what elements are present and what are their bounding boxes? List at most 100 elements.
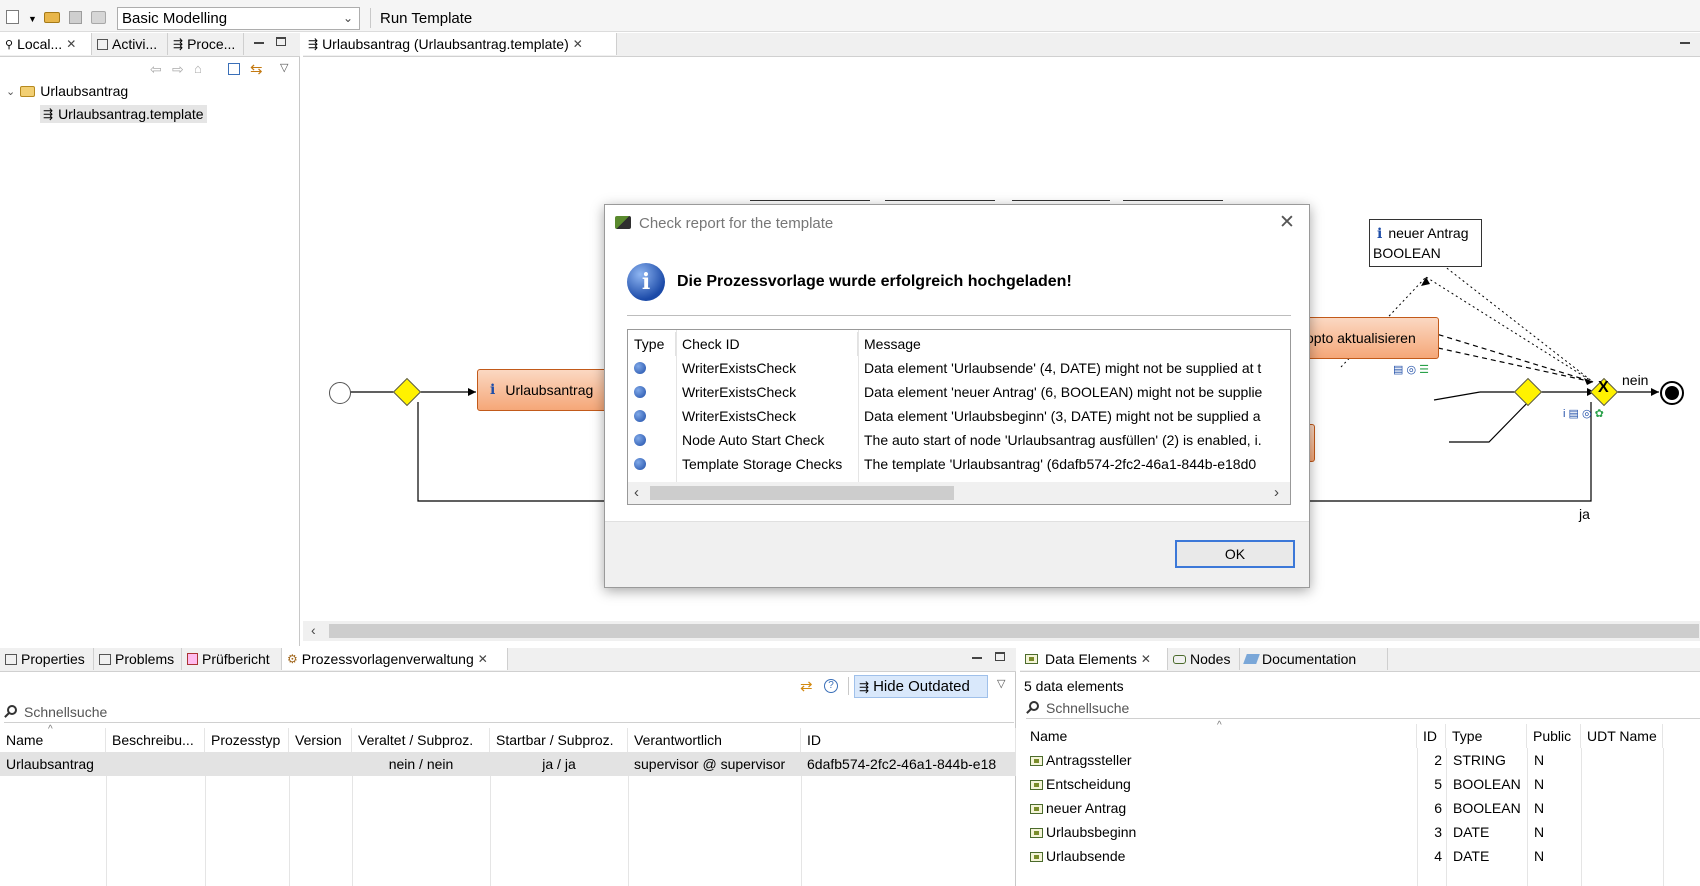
activity-urlaubsantrag[interactable]: i Urlaubsantrag bbox=[477, 369, 607, 411]
tab-prozessvorlagenverwaltung[interactable]: ⚙ Prozessvorlagenverwaltung ✕ bbox=[282, 648, 508, 670]
message-cell: Data element 'neuer Antrag' (6, BOOLEAN)… bbox=[864, 384, 1263, 400]
minimize-icon[interactable] bbox=[254, 42, 264, 44]
scroll-left-icon[interactable]: ‹ bbox=[311, 622, 316, 638]
info-icon bbox=[634, 410, 646, 422]
close-icon[interactable]: ✕ bbox=[1141, 652, 1151, 666]
col-header-verantwortlich[interactable]: Verantwortlich bbox=[628, 728, 801, 752]
home-icon[interactable]: ⌂ bbox=[194, 61, 202, 76]
close-icon[interactable]: ✕ bbox=[573, 37, 583, 51]
col-header-id[interactable]: ID bbox=[801, 728, 1016, 752]
collapse-all-icon[interactable] bbox=[228, 63, 240, 75]
table-row[interactable]: Node Auto Start Check The auto start of … bbox=[628, 428, 1290, 452]
tab-local[interactable]: ⚲ Local... ✕ bbox=[0, 33, 92, 55]
tab-nodes-label: Nodes bbox=[1190, 651, 1231, 667]
data-element-icon bbox=[1030, 852, 1043, 863]
col-header-version[interactable]: Version bbox=[289, 728, 352, 752]
search-input[interactable]: Schnellsuche bbox=[1046, 700, 1129, 716]
table-row[interactable]: Antragssteller 2 STRING N bbox=[1024, 748, 1700, 772]
de-name-text: Entscheidung bbox=[1046, 776, 1131, 792]
activity-aktualisieren[interactable]: opto aktualisieren bbox=[1303, 317, 1439, 359]
tree-file-template[interactable]: ⇶ Urlaubsantrag.template bbox=[40, 105, 207, 123]
col-header-prozesstyp[interactable]: Prozesstyp bbox=[205, 728, 289, 752]
view-menu-icon[interactable]: ▽ bbox=[997, 677, 1005, 690]
table-row[interactable]: WriterExistsCheck Data element 'Urlaubse… bbox=[628, 356, 1290, 380]
col-header-name[interactable]: Name bbox=[0, 728, 106, 752]
tab-properties[interactable]: Properties bbox=[0, 648, 94, 670]
save-icon[interactable] bbox=[69, 11, 82, 24]
scroll-right-icon[interactable]: › bbox=[1274, 484, 1279, 501]
table-horizontal-scrollbar[interactable]: ‹ › bbox=[628, 482, 1290, 504]
close-icon[interactable]: ✕ bbox=[478, 652, 488, 666]
tree-folder-urlaubsantrag[interactable]: ⌄ Urlaubsantrag bbox=[6, 83, 128, 99]
tab-processes[interactable]: ⇶ Proce... bbox=[168, 33, 244, 55]
editor-horizontal-scrollbar[interactable]: ‹ bbox=[303, 621, 1700, 641]
col-header-startbar[interactable]: Startbar / Subproz. bbox=[490, 728, 628, 752]
node-top-edge bbox=[885, 200, 995, 203]
data-note-neuer-antrag[interactable]: i neuer Antrag BOOLEAN bbox=[1369, 219, 1482, 267]
col-header-de-type[interactable]: Type bbox=[1446, 724, 1527, 748]
tab-activities-label: Activi... bbox=[112, 36, 158, 52]
scroll-left-icon[interactable]: ‹ bbox=[634, 484, 639, 501]
help-icon[interactable]: ? bbox=[824, 679, 838, 693]
table-row[interactable]: neuer Antrag 6 BOOLEAN N bbox=[1024, 796, 1700, 820]
tab-data-elements[interactable]: Data Elements ✕ bbox=[1020, 648, 1168, 670]
tab-editor-label: Urlaubsantrag (Urlaubsantrag.template) bbox=[322, 36, 569, 52]
template-name-cell: Urlaubsantrag bbox=[6, 756, 94, 772]
run-template-button[interactable]: Run Template bbox=[380, 10, 472, 27]
table-row[interactable]: Urlaubsende 4 DATE N bbox=[1024, 844, 1700, 868]
hide-outdated-toggle[interactable]: ⇶ Hide Outdated bbox=[854, 675, 988, 698]
tab-editor-template[interactable]: ⇶ Urlaubsantrag (Urlaubsantrag.template)… bbox=[303, 33, 617, 55]
table-row[interactable]: Urlaubsantrag nein / nein ja / ja superv… bbox=[0, 752, 1016, 776]
col-header-veraltet[interactable]: Veraltet / Subproz. bbox=[352, 728, 490, 752]
forward-icon[interactable]: ⇨ bbox=[172, 61, 184, 78]
tab-problems[interactable]: Problems bbox=[94, 648, 182, 670]
template-id-cell: 6dafb574-2fc2-46a1-844b-e18 bbox=[807, 756, 997, 772]
expand-chevron-icon[interactable]: ⌄ bbox=[6, 85, 15, 98]
check-id-cell: WriterExistsCheck bbox=[682, 408, 797, 424]
table-row[interactable]: Urlaubsbeginn 3 DATE N bbox=[1024, 820, 1700, 844]
col-header-de-name[interactable]: Name bbox=[1024, 724, 1417, 748]
ok-button[interactable]: OK bbox=[1175, 540, 1295, 568]
perspective-select[interactable]: Basic Modelling ⌄ bbox=[117, 7, 360, 30]
tab-activities[interactable]: Activi... bbox=[92, 33, 168, 55]
back-icon[interactable]: ⇦ bbox=[150, 61, 162, 78]
node-icon bbox=[1173, 654, 1186, 664]
gateway-badges: i ▤ ◎ ✿ bbox=[1563, 408, 1604, 420]
scrollbar-thumb[interactable] bbox=[329, 624, 1699, 638]
tab-pruefbericht[interactable]: Prüfbericht bbox=[182, 648, 282, 670]
close-icon[interactable]: ✕ bbox=[66, 37, 76, 51]
link-editor-icon[interactable]: ⇆ bbox=[250, 60, 263, 78]
new-file-icon[interactable] bbox=[6, 10, 19, 24]
maximize-icon[interactable] bbox=[276, 37, 286, 46]
tab-nodes[interactable]: Nodes bbox=[1168, 648, 1240, 670]
col-header-message[interactable]: Message bbox=[858, 332, 1290, 356]
minimize-icon[interactable] bbox=[972, 657, 982, 659]
message-cell: The auto start of node 'Urlaubsantrag au… bbox=[864, 432, 1262, 448]
table-row[interactable]: Entscheidung 5 BOOLEAN N bbox=[1024, 772, 1700, 796]
table-row[interactable]: WriterExistsCheck Data element 'neuer An… bbox=[628, 380, 1290, 404]
close-icon[interactable]: ✕ bbox=[1279, 211, 1295, 234]
print-icon[interactable] bbox=[91, 11, 106, 24]
maximize-icon[interactable] bbox=[995, 652, 1005, 661]
bottom-right-panel: Data Elements ✕ Nodes Documentation 5 da… bbox=[1020, 648, 1700, 886]
col-header-type[interactable]: Type bbox=[628, 332, 676, 356]
sync-icon[interactable]: ⇄ bbox=[800, 677, 813, 695]
bottom-left-search[interactable]: Schnellsuche bbox=[4, 701, 1014, 723]
data-element-icon bbox=[1030, 804, 1043, 815]
tab-documentation[interactable]: Documentation bbox=[1240, 648, 1388, 670]
col-header-de-udt-name[interactable]: UDT Name bbox=[1581, 724, 1663, 748]
search-input[interactable]: Schnellsuche bbox=[24, 704, 107, 720]
new-dropdown-icon[interactable]: ▼ bbox=[28, 14, 37, 24]
table-row[interactable]: Template Storage Checks The template 'Ur… bbox=[628, 452, 1290, 476]
view-menu-icon[interactable]: ▽ bbox=[280, 61, 288, 74]
col-header-beschreibung[interactable]: Beschreibu... bbox=[106, 728, 205, 752]
table-row[interactable]: WriterExistsCheck Data element 'Urlaubsb… bbox=[628, 404, 1290, 428]
bottom-right-search[interactable]: Schnellsuche bbox=[1026, 697, 1700, 719]
minimize-icon[interactable] bbox=[1680, 42, 1690, 44]
col-header-de-id[interactable]: ID bbox=[1417, 724, 1446, 748]
col-header-de-public[interactable]: Public bbox=[1527, 724, 1581, 748]
open-folder-icon[interactable] bbox=[44, 12, 60, 23]
scrollbar-thumb[interactable] bbox=[650, 486, 954, 500]
start-event[interactable] bbox=[329, 382, 351, 404]
col-header-check-id[interactable]: Check ID bbox=[676, 332, 858, 356]
